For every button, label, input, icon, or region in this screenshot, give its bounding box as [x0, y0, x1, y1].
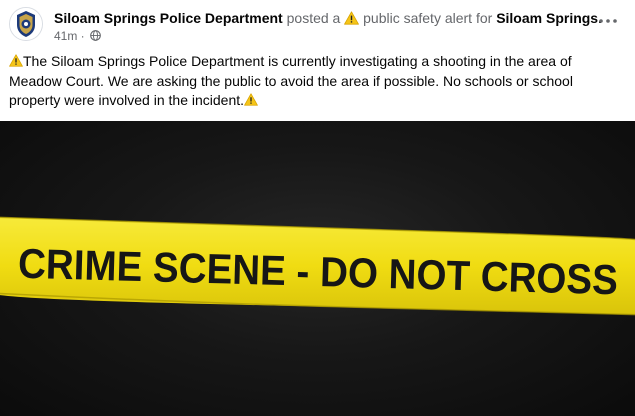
post-timestamp[interactable]: 41m — [54, 29, 77, 43]
more-dots-icon — [599, 19, 617, 23]
more-options-button[interactable] — [595, 10, 621, 32]
warning-icon — [244, 93, 258, 106]
globe-icon — [90, 29, 101, 41]
group-name[interactable]: Siloam Springs. — [496, 10, 602, 26]
author-avatar[interactable] — [9, 7, 43, 41]
post-image[interactable]: CRIME SCENE - DO NOT CROSS — [0, 121, 635, 416]
post-meta: 41m · — [54, 28, 101, 44]
post-body: The Siloam Springs Police Department is … — [9, 52, 627, 111]
post-body-text: The Siloam Springs Police Department is … — [9, 53, 573, 108]
alert-label: public safety alert for — [359, 10, 497, 26]
warning-icon — [9, 54, 23, 67]
post-header: Siloam Springs Police Department posted … — [0, 0, 635, 50]
police-badge-icon — [10, 8, 42, 40]
author-line: Siloam Springs Police Department posted … — [54, 9, 602, 27]
warning-icon — [344, 11, 360, 25]
facebook-post: Siloam Springs Police Department posted … — [0, 0, 635, 416]
meta-separator: · — [77, 29, 89, 43]
crime-scene-tape-image: CRIME SCENE - DO NOT CROSS — [0, 216, 635, 316]
author-name[interactable]: Siloam Springs Police Department — [54, 10, 283, 26]
action-text: posted a — [282, 10, 345, 26]
